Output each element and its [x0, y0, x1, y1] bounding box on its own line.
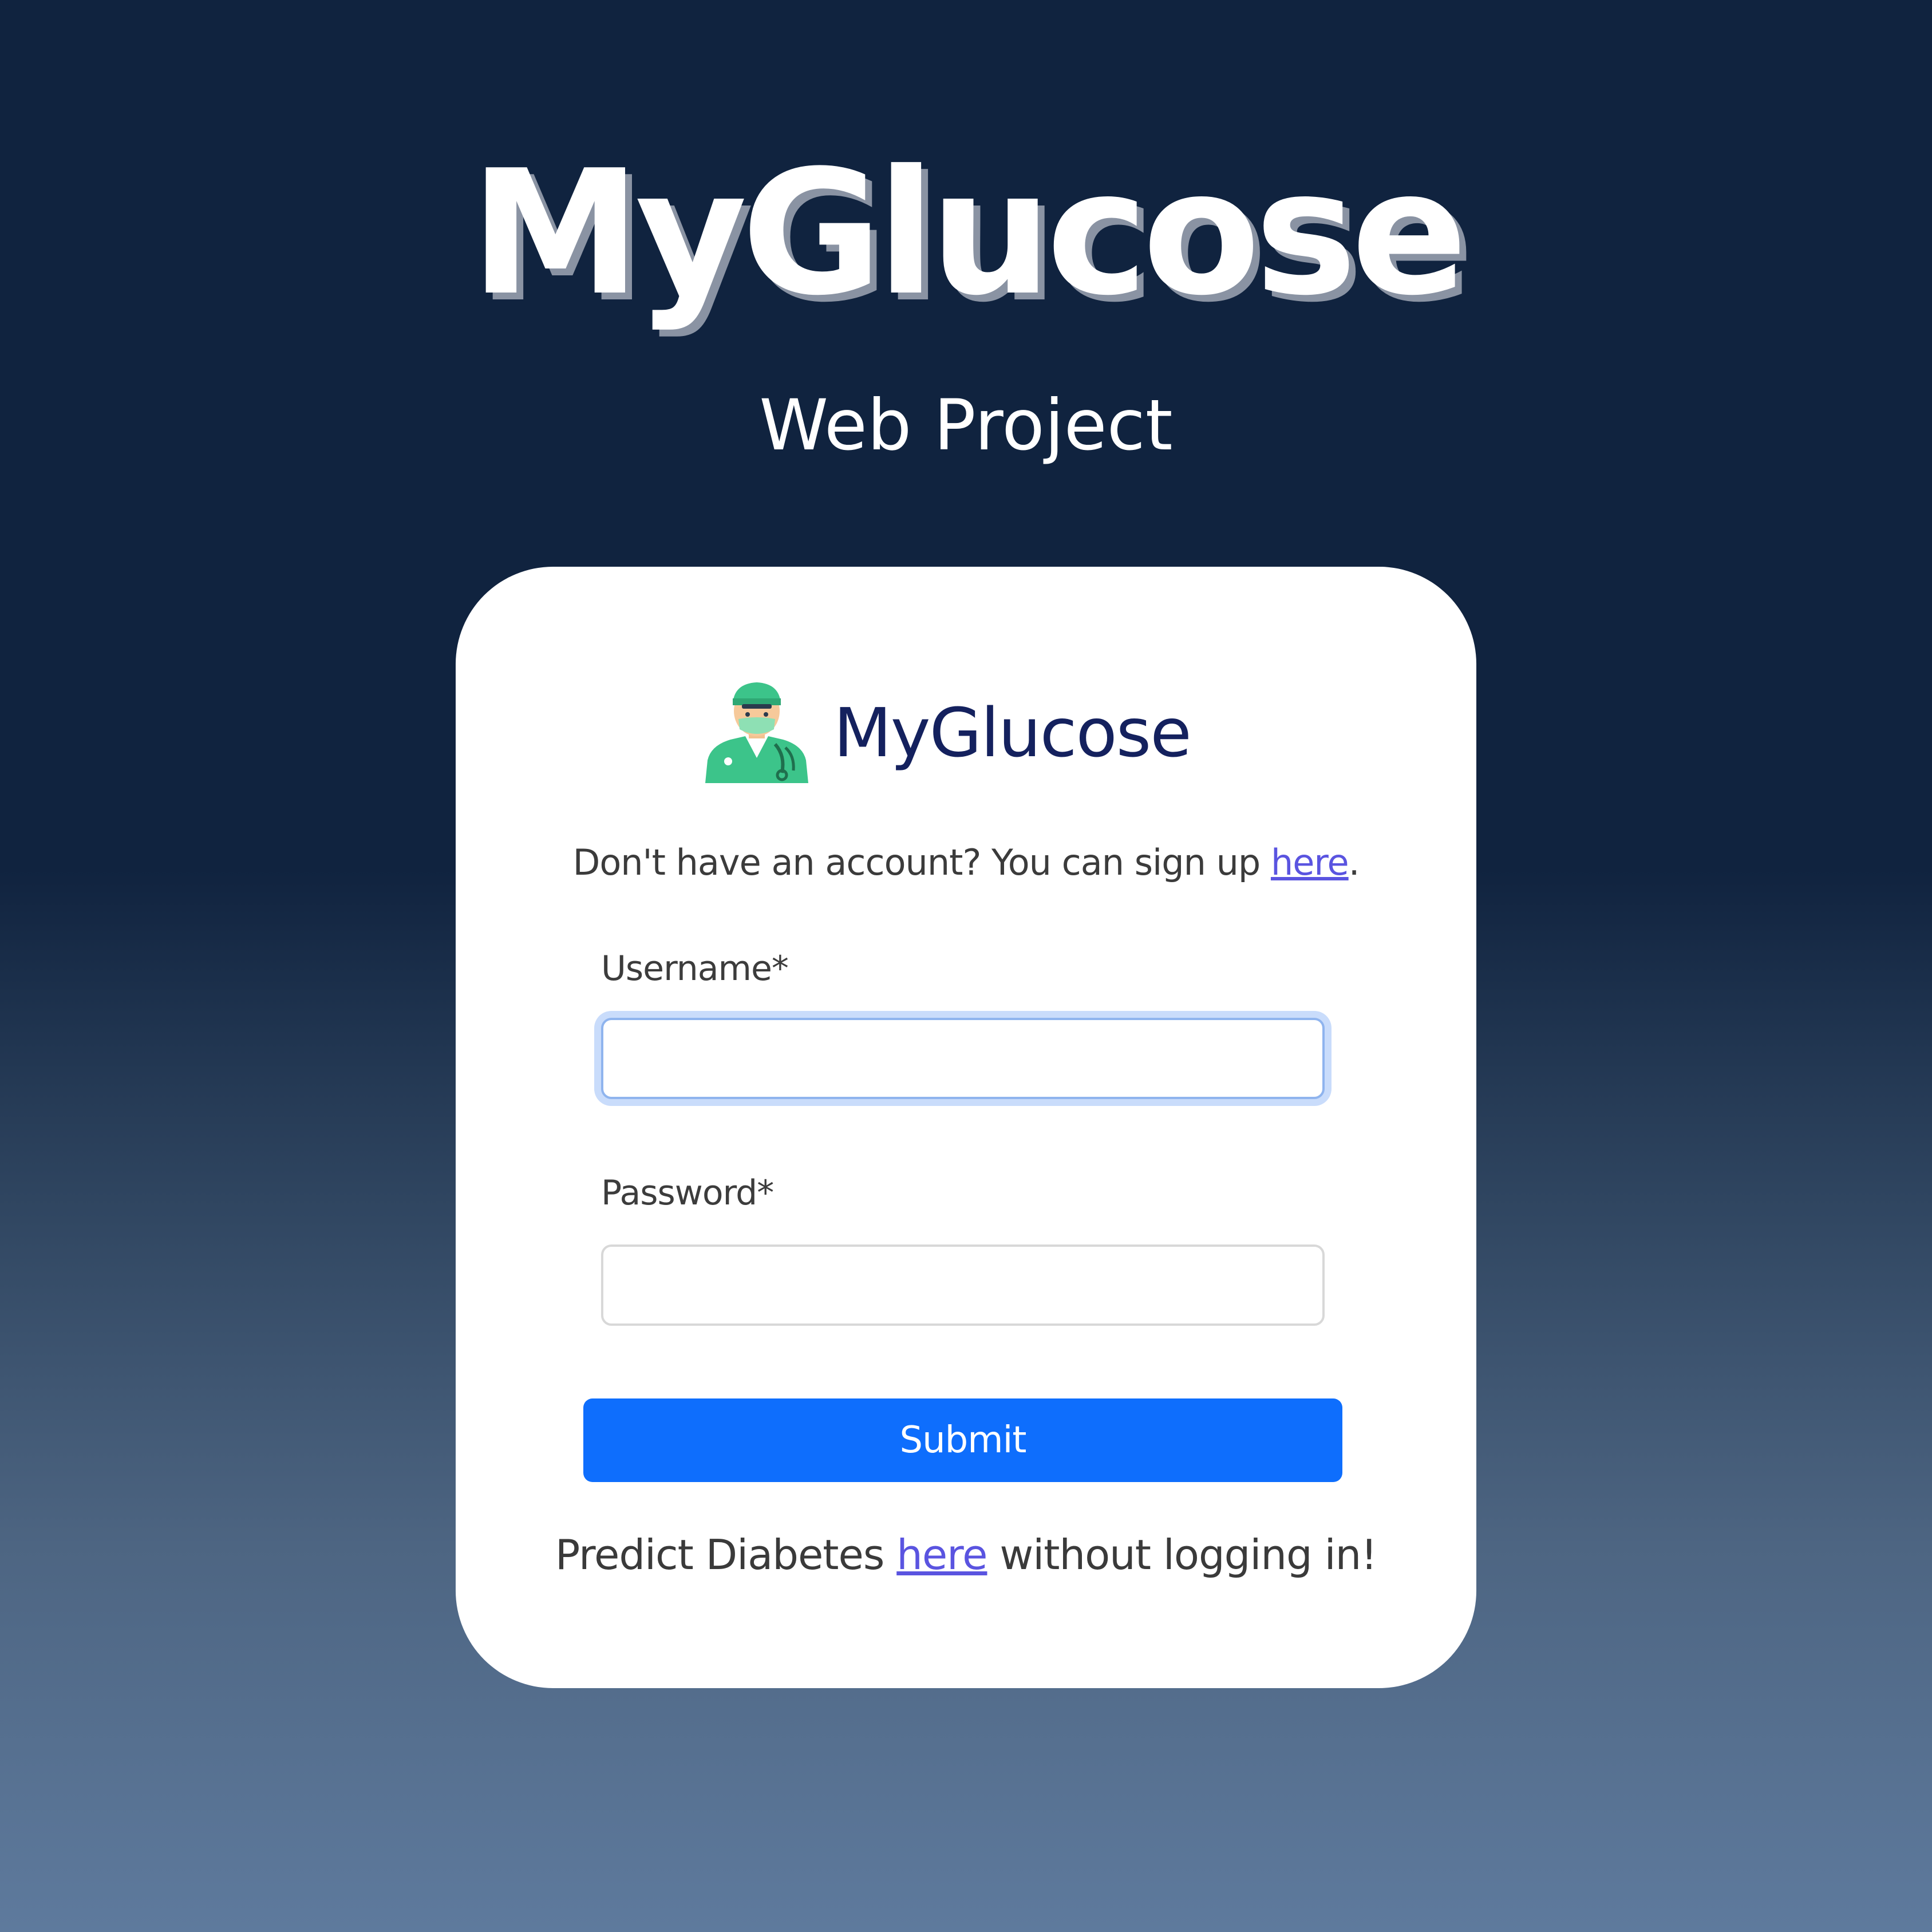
username-input[interactable]	[601, 1018, 1325, 1099]
predict-prompt-end: without logging in!	[987, 1531, 1377, 1579]
brand-name: MyGlucose	[833, 693, 1192, 772]
signup-prompt-end: .	[1348, 841, 1360, 883]
doctor-avatar-icon	[705, 682, 808, 783]
predict-link[interactable]: here	[896, 1531, 987, 1579]
brand-header: MyGlucose	[701, 681, 1192, 784]
page-title: MyGlucose	[470, 133, 1468, 333]
signup-prompt: Don't have an account? You can sign up h…	[456, 845, 1476, 880]
signup-prompt-text: Don't have an account? You can sign up	[572, 841, 1271, 883]
login-card: MyGlucose Don't have an account? You can…	[456, 567, 1476, 1688]
password-input[interactable]	[601, 1244, 1325, 1326]
submit-button[interactable]: Submit	[583, 1398, 1342, 1482]
signup-link[interactable]: here	[1271, 841, 1349, 883]
page-subtitle: Web Project	[759, 385, 1173, 466]
username-label: Username*	[601, 949, 789, 989]
password-label: Password*	[601, 1173, 774, 1213]
predict-prompt-text: Predict Diabetes	[555, 1531, 897, 1579]
predict-prompt: Predict Diabetes here without logging in…	[456, 1534, 1476, 1575]
